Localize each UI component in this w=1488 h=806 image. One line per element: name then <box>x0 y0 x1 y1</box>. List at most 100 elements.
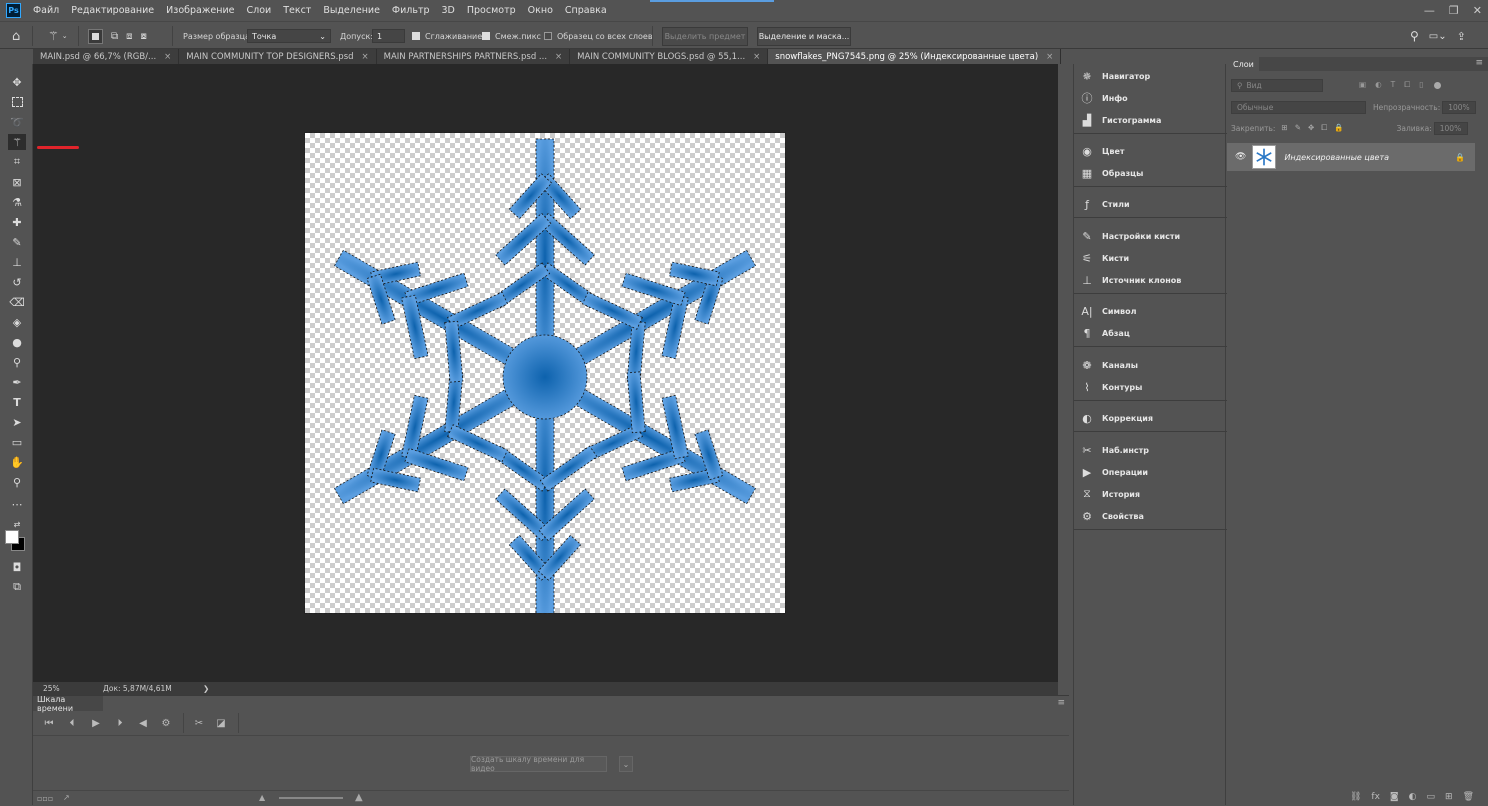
move-tool-icon[interactable]: ✥ <box>8 74 26 90</box>
prev-frame-icon[interactable]: ⏴ <box>59 718 85 729</box>
select-mask-button[interactable]: Выделение и маска... <box>757 22 851 50</box>
menu-window[interactable]: Окно <box>522 5 559 16</box>
menu-view[interactable]: Просмотр <box>461 5 522 16</box>
tab-main[interactable]: MAIN.psd @ 66,7% (RGB/... × <box>33 49 180 64</box>
audio-icon[interactable]: ◀ <box>133 718 153 729</box>
antialias-checkbox[interactable]: Сглаживание <box>412 22 482 50</box>
menu-help[interactable]: Справка <box>559 5 613 16</box>
subtract-selection-icon[interactable]: ⧈ <box>126 31 132 42</box>
create-timeline-button[interactable]: Создать шкалу времени для видео <box>470 755 607 773</box>
opacity-input[interactable]: 100% <box>1442 100 1477 114</box>
fill-input[interactable]: 100% <box>1433 121 1468 135</box>
new-selection-icon[interactable] <box>88 28 103 44</box>
close-icon[interactable]: × <box>555 52 562 62</box>
close-icon[interactable]: × <box>753 52 760 62</box>
panel-character[interactable]: A| Символ <box>1080 301 1136 321</box>
next-frame-icon[interactable]: ⏵ <box>107 718 133 729</box>
history-brush-icon[interactable]: ↺ <box>8 274 26 290</box>
select-subject-button[interactable]: Выделить предмет <box>662 22 748 50</box>
foreground-color-swatch[interactable] <box>5 530 19 544</box>
zoom-out-mountain-icon[interactable]: ▲ <box>259 793 265 802</box>
menu-image[interactable]: Изображение <box>160 5 240 16</box>
brush-tool-icon[interactable]: ✎ <box>8 234 26 250</box>
zoom-in-mountain-icon[interactable]: ▲ <box>355 792 363 803</box>
quick-mask-icon[interactable]: ◘ <box>8 559 26 575</box>
menu-select[interactable]: Выделение <box>317 5 386 16</box>
frames-icon[interactable]: ▫▫▫ <box>37 794 53 803</box>
panel-info[interactable]: ⓘ Инфо <box>1080 88 1128 108</box>
tab-blogs[interactable]: MAIN COMMUNITY BLOGS.psd @ 55,1... × <box>570 49 769 64</box>
workspace-icon[interactable]: ▭⌄ <box>1429 31 1447 42</box>
group-icon[interactable]: ▭ <box>1427 792 1436 802</box>
eraser-tool-icon[interactable]: ⌫ <box>8 294 26 310</box>
more-tools-icon[interactable]: ⋯ <box>8 496 26 512</box>
path-selection-icon[interactable]: ➤ <box>8 414 26 430</box>
healing-brush-icon[interactable]: ✚ <box>8 214 26 230</box>
play-icon[interactable]: ▶ <box>85 718 107 729</box>
timeline-title[interactable]: Шкала времени <box>33 695 103 713</box>
panel-tool-presets[interactable]: ✂ Наб.инстр <box>1080 440 1149 460</box>
blend-mode-select[interactable]: Обычные <box>1231 100 1366 114</box>
transition-icon[interactable]: ◪ <box>210 718 232 729</box>
panel-properties[interactable]: ⚙ Свойства <box>1080 506 1144 526</box>
tab-top-designers[interactable]: MAIN COMMUNITY TOP DESIGNERS.psd × <box>179 49 377 64</box>
tab-partners[interactable]: MAIN PARTNERSHIPS PARTNERS.psd ... × <box>376 49 571 64</box>
menu-file[interactable]: Файл <box>27 5 65 16</box>
layer-row[interactable]: 👁 Индексированные цвета 🔒 <box>1227 143 1475 171</box>
pen-tool-icon[interactable]: ✒ <box>8 374 26 390</box>
clone-stamp-icon[interactable]: ⊥ <box>8 254 26 270</box>
screen-mode-icon[interactable]: ⧉ <box>8 579 26 595</box>
sample-size-select[interactable]: Точка ⌄ <box>247 22 331 50</box>
close-icon[interactable]: × <box>362 52 369 62</box>
share-icon[interactable]: ⇪ <box>1457 30 1466 43</box>
menu-layers[interactable]: Слои <box>240 5 277 16</box>
panel-paragraph[interactable]: ¶ Абзац <box>1080 323 1130 343</box>
intersect-selection-icon[interactable]: ⧇ <box>141 31 147 42</box>
layer-filter-icons[interactable]: ▣◐T⧠▯ <box>1359 80 1432 90</box>
close-icon[interactable]: × <box>164 52 171 62</box>
paint-bucket-icon[interactable]: ◈ <box>8 314 26 330</box>
trash-icon[interactable]: 🗑 <box>1463 792 1474 802</box>
convert-icon[interactable]: ↗ <box>63 793 70 802</box>
panel-styles[interactable]: ƒ Стили <box>1080 194 1130 214</box>
chevron-down-icon[interactable]: ⌄ <box>619 756 633 772</box>
lock-icons[interactable]: ⊞✎✥⧠🔒 <box>1281 123 1350 133</box>
document-canvas[interactable] <box>304 132 786 616</box>
scissors-icon[interactable]: ✂ <box>188 718 210 729</box>
panel-clone-source[interactable]: ⊥ Источник клонов <box>1080 270 1181 290</box>
eyedropper-tool-icon[interactable]: ⚗ <box>8 194 26 210</box>
fx-icon[interactable]: fx <box>1371 792 1380 802</box>
tab-layers[interactable]: Слои <box>1227 57 1259 71</box>
crop-tool-icon[interactable]: ⌗ <box>8 154 26 170</box>
menu-3d[interactable]: 3D <box>436 5 461 16</box>
layer-name[interactable]: Индексированные цвета <box>1284 153 1389 162</box>
layer-filter-select[interactable]: ⚲ Вид <box>1231 78 1323 92</box>
panel-adjustments[interactable]: ◐ Коррекция <box>1080 408 1153 428</box>
all-layers-checkbox[interactable]: Образец со всех слоев <box>544 22 653 50</box>
panel-actions[interactable]: ▶ Операции <box>1080 462 1148 482</box>
restore-button[interactable]: ❐ <box>1449 4 1459 17</box>
blur-tool-icon[interactable]: ● <box>8 334 26 350</box>
zoom-level[interactable]: 25% <box>43 684 60 693</box>
panel-brushes[interactable]: ⚟ Кисти <box>1080 248 1129 268</box>
type-tool-icon[interactable]: T <box>8 394 26 410</box>
first-frame-icon[interactable]: ⏮ <box>39 718 59 729</box>
panel-color[interactable]: ◉ Цвет <box>1080 141 1124 161</box>
link-icon[interactable]: ⛓ <box>1350 792 1361 802</box>
marquee-tool-icon[interactable] <box>8 94 26 110</box>
panel-menu-icon[interactable]: ≡ <box>1475 58 1483 68</box>
rectangle-tool-icon[interactable]: ▭ <box>8 434 26 450</box>
magic-wand-preset-icon[interactable]: ⚚ ⌄ <box>48 22 68 50</box>
panel-channels[interactable]: ❁ Каналы <box>1080 355 1138 375</box>
hand-tool-icon[interactable]: ✋ <box>8 454 26 470</box>
visibility-eye-icon[interactable]: 👁 <box>1235 152 1246 162</box>
panel-menu-icon[interactable]: ≡ <box>1057 698 1065 708</box>
panel-paths[interactable]: ⌇ Контуры <box>1080 377 1142 397</box>
menu-edit[interactable]: Редактирование <box>65 5 160 16</box>
menu-text[interactable]: Текст <box>277 5 317 16</box>
frame-tool-icon[interactable]: ⊠ <box>8 174 26 190</box>
settings-icon[interactable]: ⚙ <box>153 718 179 729</box>
adjustment-layer-icon[interactable]: ◐ <box>1409 792 1417 802</box>
tolerance-input[interactable]: 1 <box>372 22 405 50</box>
zoom-tool-icon[interactable]: ⚲ <box>8 474 26 490</box>
